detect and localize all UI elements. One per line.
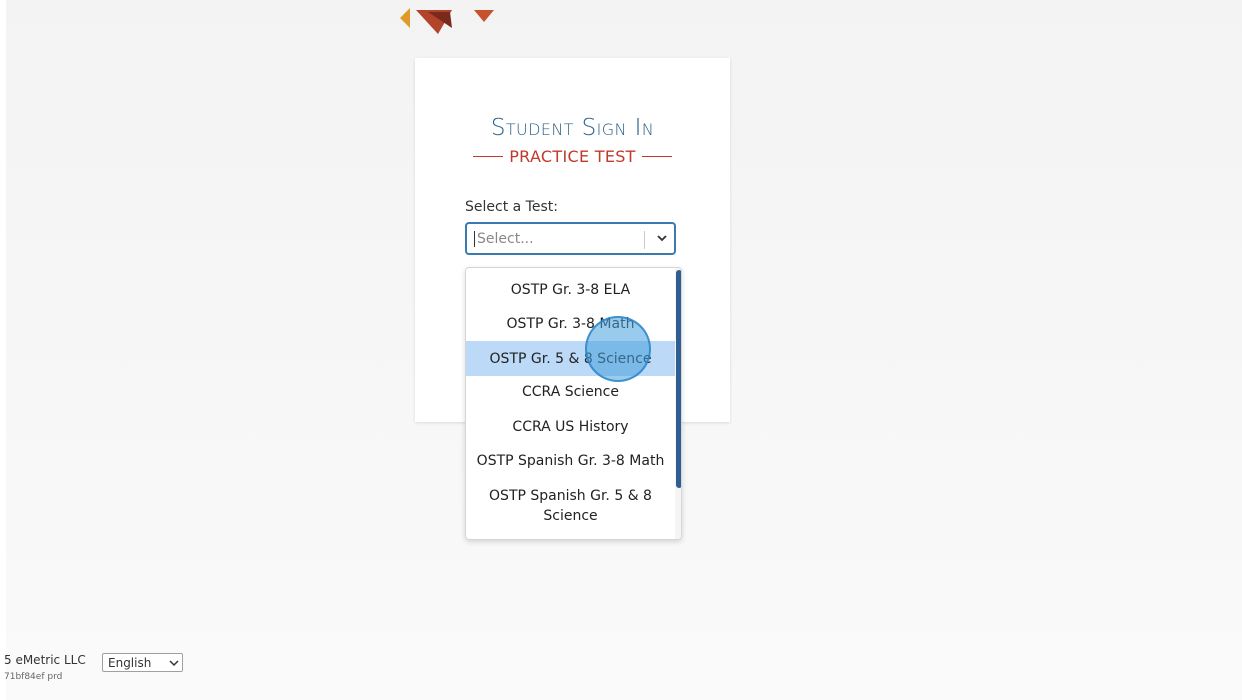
language-select[interactable]: English [102, 653, 183, 672]
test-dropdown-menu[interactable]: OSTP Gr. 3-8 ELA OSTP Gr. 3-8 Math OSTP … [465, 267, 682, 540]
dropdown-option[interactable]: OSTP Spanish Gr. 3-8 Math [466, 451, 675, 471]
logo-icon [400, 8, 494, 34]
language-value: English [108, 656, 152, 670]
chevron-down-icon[interactable] [655, 231, 669, 245]
click-indicator [585, 316, 651, 382]
dropdown-option[interactable]: CCRA US History [466, 417, 675, 437]
select-placeholder: Select... [477, 231, 534, 247]
select-test-label: Select a Test: [465, 199, 558, 215]
chevron-down-icon [169, 660, 179, 667]
dropdown-option[interactable]: OSTP Spanish Gr. 5 & 8 Science [466, 485, 675, 527]
dropdown-option[interactable]: CCRA Science [466, 382, 675, 402]
footer-build-id: 71bf84ef prd [4, 672, 63, 682]
test-select[interactable]: Select... [465, 222, 676, 255]
page-title: Student Sign In [415, 115, 730, 141]
subtitle-text: PRACTICE TEST [509, 147, 636, 166]
left-edge [0, 0, 6, 700]
text-caret [474, 231, 475, 247]
select-separator [644, 231, 645, 249]
subtitle-line-left [473, 155, 504, 158]
dropdown-option[interactable]: OSTP Gr. 3-8 ELA [466, 280, 675, 300]
title-text: Student Sign In [490, 115, 655, 141]
scrollbar-thumb[interactable] [676, 270, 681, 488]
subtitle-line-right [641, 155, 672, 158]
subtitle: PRACTICE TEST [415, 147, 730, 166]
footer-copyright: 5 eMetric LLC [4, 653, 86, 667]
